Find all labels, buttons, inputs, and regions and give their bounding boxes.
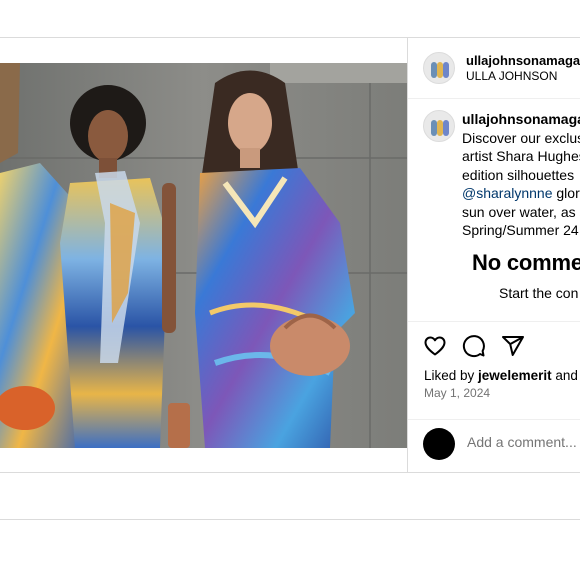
- no-comments-subtitle: Start the con: [499, 285, 579, 301]
- likes-prefix: Liked by: [424, 368, 479, 383]
- no-comments-title: No comme: [472, 250, 580, 275]
- caption-avatar[interactable]: [423, 110, 455, 142]
- post-header: ullajohnsonamaga ULLA JOHNSON: [408, 38, 580, 99]
- author-avatar[interactable]: [423, 52, 455, 84]
- post-side-panel: ullajohnsonamaga ULLA JOHNSON ullajohnso…: [408, 38, 580, 472]
- author-display-name: ULLA JOHNSON: [466, 69, 558, 83]
- comment-button[interactable]: [461, 333, 487, 359]
- author-username[interactable]: ullajohnsonamaga: [466, 53, 580, 68]
- footer-divider: [0, 519, 580, 520]
- comment-icon: [462, 335, 485, 358]
- post-date[interactable]: May 1, 2024: [424, 386, 490, 400]
- caption-line: artist Shara Hughes: [462, 148, 580, 164]
- likes-summary: Liked by jewelemerit and: [424, 368, 578, 383]
- bottom-divider: [0, 472, 580, 473]
- caption-username[interactable]: ullajohnsonamaga: [462, 110, 580, 129]
- share-button[interactable]: [500, 333, 526, 359]
- post-photo[interactable]: [0, 63, 407, 448]
- caption-line-mention: @sharalynnne glori: [462, 184, 580, 203]
- caption-mention-rest: glori: [552, 185, 580, 201]
- caption-mention-link[interactable]: @sharalynnne: [462, 185, 553, 201]
- share-icon: [502, 336, 524, 356]
- add-comment-input[interactable]: [467, 434, 580, 450]
- comment-divider: [408, 419, 580, 420]
- likes-user-link[interactable]: jewelemerit: [478, 368, 552, 383]
- current-user-avatar: [423, 428, 455, 460]
- post-caption: ullajohnsonamaga Discover our exclus art…: [462, 110, 580, 240]
- caption-line: edition silhouettes: [462, 166, 575, 183]
- post-photo-image: [0, 63, 407, 448]
- caption-line: Spring/Summer 24: [462, 222, 579, 238]
- likes-suffix: and: [551, 368, 578, 383]
- actions-divider: [408, 321, 580, 322]
- caption-line: sun over water, as s: [462, 203, 580, 220]
- like-button[interactable]: [422, 333, 448, 359]
- caption-line: Discover our exclus: [462, 129, 580, 146]
- heart-icon: [424, 336, 446, 356]
